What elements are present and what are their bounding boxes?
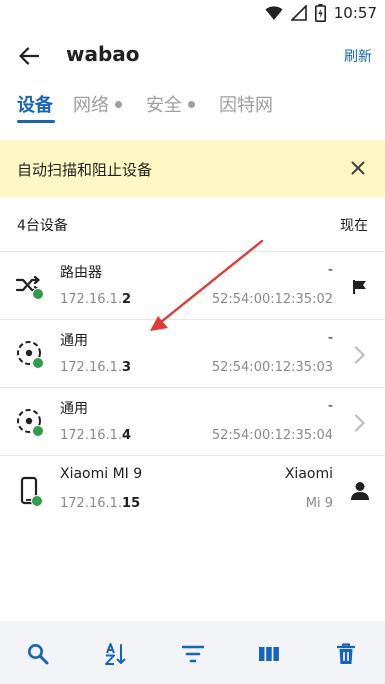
sort-az-icon <box>105 643 126 665</box>
assign-user-button[interactable] <box>347 478 373 504</box>
tab-dot-indicator <box>115 100 122 108</box>
device-name: 路由器 <box>60 265 102 281</box>
device-detail-button[interactable] <box>347 410 373 436</box>
status-icons: 10:57 <box>265 4 377 22</box>
flag-button[interactable] <box>347 274 373 300</box>
device-ip: 172.16.1.2 <box>60 292 131 307</box>
ip-prefix: 172.16.1. <box>60 496 123 511</box>
device-row[interactable]: Xiaomi MI 9 172.16.1.15 Xiaomi Mi 9 <box>0 455 385 523</box>
device-detail-button[interactable] <box>347 342 373 368</box>
columns-icon <box>259 647 279 661</box>
ip-suffix: 4 <box>122 428 132 443</box>
tab-internet[interactable]: 因特网 <box>219 84 273 124</box>
filter-button[interactable] <box>180 641 206 667</box>
device-row[interactable]: 路由器 172.16.1.2 - 52:54:00:12:35:02 <box>0 251 385 319</box>
banner-close-button[interactable] <box>345 155 371 181</box>
device-count: 4台设备 <box>17 218 68 234</box>
status-time: 10:57 <box>333 4 377 22</box>
delete-icon <box>337 643 355 664</box>
router-shuffle-icon <box>15 272 48 302</box>
ip-prefix: 172.16.1. <box>60 292 123 307</box>
device-vendor: Xiaomi <box>284 466 333 482</box>
device-list: 路由器 172.16.1.2 - 52:54:00:12:35:02 通用 17… <box>0 251 385 523</box>
device-vendor: - <box>327 262 333 278</box>
banner-text: 自动扫描和阻止设备 <box>17 161 153 179</box>
online-status-dot <box>32 357 44 369</box>
tab-security[interactable]: 安全 <box>146 84 195 124</box>
arrow-left-icon <box>19 47 39 65</box>
device-ip: 172.16.1.4 <box>60 428 131 443</box>
promo-banner[interactable]: 自动扫描和阻止设备 <box>0 140 385 197</box>
status-bar: 10:57 <box>0 0 385 28</box>
device-name: 通用 <box>60 333 88 349</box>
search-button[interactable] <box>25 641 51 667</box>
tab-label: 网络 <box>73 95 109 116</box>
tab-label: 安全 <box>146 95 182 116</box>
device-ip: 172.16.1.15 <box>60 496 140 511</box>
device-row[interactable]: 通用 172.16.1.3 - 52:54:00:12:35:03 <box>0 319 385 387</box>
device-row[interactable]: 通用 172.16.1.4 - 52:54:00:12:35:04 <box>0 387 385 455</box>
online-status-dot <box>32 425 44 437</box>
signal-icon <box>290 5 307 21</box>
tab-label: 设备 <box>17 95 53 116</box>
ip-prefix: 172.16.1. <box>60 428 123 443</box>
search-icon <box>28 644 49 665</box>
delete-button[interactable] <box>333 641 359 667</box>
chevron-right-icon <box>354 414 365 432</box>
device-mac: 52:54:00:12:35:04 <box>211 428 333 443</box>
tab-devices[interactable]: 设备 <box>17 84 53 124</box>
flag-icon <box>353 280 366 294</box>
list-header: 4台设备 现在 <box>0 210 385 240</box>
phone-icon <box>16 476 48 507</box>
ip-suffix: 2 <box>122 292 132 307</box>
device-name: Xiaomi MI 9 <box>60 466 143 482</box>
tab-network[interactable]: 网络 <box>73 84 122 124</box>
active-tab-indicator <box>17 120 55 123</box>
tab-dot-indicator <box>188 100 195 108</box>
tab-label: 因特网 <box>219 95 273 116</box>
device-model: Mi 9 <box>305 496 333 511</box>
refresh-button[interactable]: 刷新 <box>344 46 372 66</box>
device-ip: 172.16.1.3 <box>60 360 131 375</box>
person-icon <box>351 482 369 500</box>
bottom-toolbar <box>0 621 385 684</box>
generic-device-icon <box>16 340 48 370</box>
ip-suffix: 3 <box>122 360 132 375</box>
ip-prefix: 172.16.1. <box>60 360 123 375</box>
battery-icon <box>314 4 326 22</box>
close-icon <box>351 161 365 175</box>
device-name: 通用 <box>60 401 88 417</box>
filter-icon <box>182 645 204 663</box>
back-button[interactable] <box>14 42 44 70</box>
device-mac: 52:54:00:12:35:03 <box>211 360 333 375</box>
online-status-dot <box>31 495 43 507</box>
ip-suffix: 15 <box>122 496 141 511</box>
wifi-icon <box>265 6 283 20</box>
time-label[interactable]: 现在 <box>340 215 368 235</box>
generic-device-icon <box>16 408 48 438</box>
chevron-right-icon <box>354 346 365 364</box>
app-bar: wabao 刷新 <box>0 28 385 84</box>
page-title: wabao <box>66 42 140 66</box>
tab-bar: 设备 网络 安全 因特网 <box>0 84 385 124</box>
online-status-dot <box>32 288 44 300</box>
columns-button[interactable] <box>256 641 282 667</box>
sort-button[interactable] <box>102 641 128 667</box>
device-vendor: - <box>327 398 333 414</box>
device-vendor: - <box>327 330 333 346</box>
device-mac: 52:54:00:12:35:02 <box>211 292 333 307</box>
